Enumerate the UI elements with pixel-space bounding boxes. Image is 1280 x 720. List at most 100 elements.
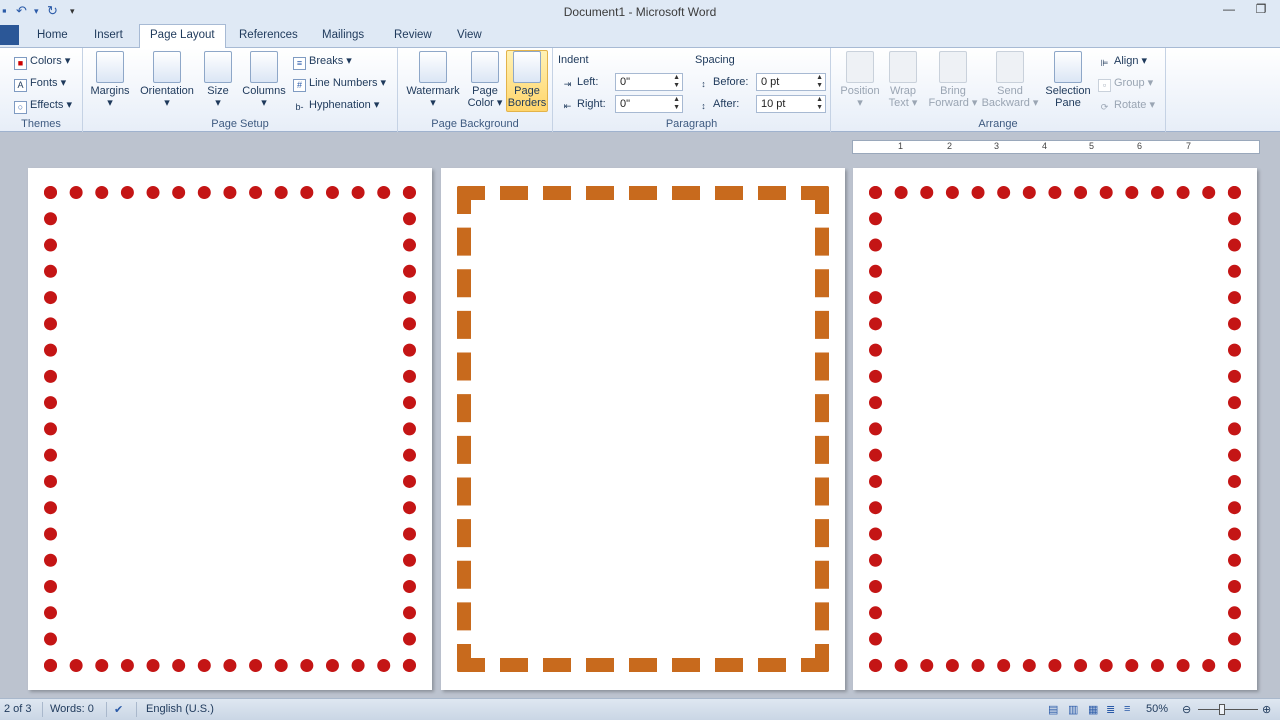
group-page-setup: Margins ▾ Orientation ▾ Size ▾ Columns ▾ ≡ Br… — [83, 48, 398, 132]
spacing-before-label: ↕ Before: — [697, 74, 748, 90]
tab-file[interactable] — [0, 25, 19, 45]
columns-button[interactable]: Columns ▾ — [239, 51, 289, 109]
zoom-out-icon[interactable]: ⊖ — [1182, 703, 1191, 716]
columns-icon — [250, 51, 278, 83]
spin-icon[interactable]: ▲ ▼ — [673, 74, 680, 90]
spin-icon[interactable]: ▲ ▼ — [673, 96, 680, 112]
ruler-mark: 2 — [947, 141, 953, 151]
position-icon — [846, 51, 874, 83]
indent-right-label: ⇤ Right: — [561, 96, 606, 112]
ribbon: ■ Colors ▾ A Fonts ▾ ○ Effects ▾ Themes Mar… — [0, 47, 1280, 132]
ruler-mark: 1 — [898, 141, 904, 151]
hyphenation-button[interactable]: b- Hyphenation ▾ — [293, 97, 379, 113]
group-page-background: Watermark ▾ Page Color ▾ Page Borders Page … — [398, 48, 553, 132]
proofing-icon[interactable]: ✔ — [114, 703, 123, 716]
status-bar: 2 of 3 Words: 0 ✔ English (U.S.) ▤ ▥ ▦ ≣… — [0, 698, 1280, 720]
position-button[interactable]: Position ▾ — [837, 51, 883, 109]
tab-page-layout[interactable]: Page Layout — [139, 24, 226, 48]
document-page-2[interactable] — [441, 168, 845, 690]
tab-home[interactable]: Home — [37, 28, 68, 47]
theme-effects-button[interactable]: ○ Effects ▾ — [14, 97, 72, 114]
zoom-in-icon[interactable]: ⊕ — [1262, 703, 1271, 716]
bring-forward-button[interactable]: Bring Forward ▾ — [927, 51, 979, 109]
page-borders-icon — [513, 51, 541, 83]
tab-review[interactable]: Review — [394, 28, 432, 47]
page-borders-button[interactable]: Page Borders — [506, 50, 548, 112]
indent-left-input[interactable]: 0" ▲ ▼ — [615, 73, 683, 91]
watermark-icon — [419, 51, 447, 83]
full-screen-reading-icon[interactable]: ▥ — [1068, 703, 1078, 716]
orientation-button[interactable]: Orientation ▾ — [135, 51, 199, 109]
web-layout-icon[interactable]: ▦ — [1088, 703, 1098, 716]
tab-references[interactable]: References — [239, 28, 298, 47]
page-count[interactable]: 2 of 3 — [4, 703, 32, 715]
page-body[interactable] — [471, 200, 815, 658]
spacing-after-input[interactable]: 10 pt ▲ ▼ — [756, 95, 826, 113]
group-icon: ▫ — [1098, 79, 1111, 92]
margins-button[interactable]: Margins ▾ — [89, 51, 131, 109]
ruler-mark: 3 — [994, 141, 1000, 151]
ruler-mark: 5 — [1089, 141, 1095, 151]
selection-pane-icon — [1054, 51, 1082, 83]
draft-icon[interactable]: ≡ — [1124, 703, 1130, 715]
group-arrange: Position ▾ Wrap Text ▾ Bring Forward ▾ Send… — [831, 48, 1166, 132]
hyphenation-icon: b- — [295, 102, 304, 112]
wrap-text-button[interactable]: Wrap Text ▾ — [885, 51, 921, 109]
indent-right-input[interactable]: 0" ▲ ▼ — [615, 95, 683, 113]
indent-right-icon: ⇤ — [563, 101, 572, 111]
line-numbers-icon: # — [293, 79, 306, 92]
align-icon: ⊫ — [1100, 58, 1109, 68]
outline-icon[interactable]: ≣ — [1106, 703, 1115, 716]
ruler-mark: 7 — [1186, 141, 1192, 151]
word-count[interactable]: Words: 0 — [50, 703, 94, 715]
document-page-3[interactable] — [853, 168, 1257, 690]
watermark-button[interactable]: Watermark ▾ — [404, 51, 462, 109]
horizontal-ruler[interactable]: 1 2 3 4 5 6 7 — [852, 140, 1260, 154]
send-backward-button[interactable]: Send Backward ▾ — [981, 51, 1039, 109]
selection-pane-button[interactable]: Selection Pane — [1043, 51, 1093, 109]
rotate-icon: ⟳ — [1100, 102, 1109, 112]
page-color-button[interactable]: Page Color ▾ — [466, 51, 504, 109]
colors-icon: ■ — [14, 57, 27, 70]
group-paragraph: Indent ⇥ Left: 0" ▲ ▼ ⇤ Right: 0" ▲ ▼ Spacing … — [553, 48, 831, 132]
zoom-level[interactable]: 50% — [1146, 703, 1168, 715]
size-button[interactable]: Size ▾ — [203, 51, 233, 109]
rotate-button[interactable]: ⟳ Rotate ▾ — [1098, 97, 1155, 113]
size-icon — [204, 51, 232, 83]
minimize-icon[interactable]: — — [1216, 2, 1242, 22]
tab-view[interactable]: View — [457, 28, 482, 47]
spacing-after-label: ↕ After: — [697, 96, 739, 112]
language[interactable]: English (U.S.) — [146, 703, 214, 715]
breaks-button[interactable]: ≡ Breaks ▾ — [293, 53, 352, 70]
zoom-slider-handle[interactable] — [1219, 704, 1225, 715]
tab-insert[interactable]: Insert — [94, 28, 123, 47]
divider — [106, 702, 107, 717]
divider — [136, 702, 137, 717]
zoom-slider-track[interactable] — [1198, 709, 1258, 710]
orientation-icon — [153, 51, 181, 83]
group-label-themes: Themes — [21, 118, 61, 130]
restore-icon[interactable]: ❐ — [1248, 2, 1274, 22]
tab-mailings[interactable]: Mailings — [322, 28, 364, 47]
group-label-paragraph: Paragraph — [665, 118, 718, 130]
title-bar: ▪ ↶ ▾ ↻ ▾ Document1 - Microsoft Word — ❐ — [0, 0, 1280, 24]
document-page-1[interactable] — [28, 168, 432, 690]
theme-colors-button[interactable]: ■ Colors ▾ — [14, 53, 70, 70]
theme-fonts-button[interactable]: A Fonts ▾ — [14, 75, 66, 92]
spacing-after-icon: ↕ — [701, 101, 706, 111]
group-button[interactable]: ▫ Group ▾ — [1098, 75, 1153, 92]
spin-icon[interactable]: ▲ ▼ — [816, 74, 823, 90]
ribbon-tabs: Home Insert Page Layout References Maili… — [0, 24, 1280, 48]
spacing-before-input[interactable]: 0 pt ▲ ▼ — [756, 73, 826, 91]
line-numbers-button[interactable]: # Line Numbers ▾ — [293, 75, 386, 92]
align-button[interactable]: ⊫ Align ▾ — [1098, 53, 1147, 69]
spacing-heading: Spacing — [695, 54, 735, 66]
group-themes: ■ Colors ▾ A Fonts ▾ ○ Effects ▾ Themes — [0, 48, 83, 132]
spacing-before-icon: ↕ — [701, 79, 706, 89]
page-body[interactable] — [58, 200, 402, 658]
breaks-icon: ≡ — [293, 57, 306, 70]
group-label-page-background: Page Background — [431, 118, 519, 130]
page-body[interactable] — [883, 200, 1227, 658]
spin-icon[interactable]: ▲ ▼ — [816, 96, 823, 112]
print-layout-icon[interactable]: ▤ — [1048, 703, 1058, 716]
